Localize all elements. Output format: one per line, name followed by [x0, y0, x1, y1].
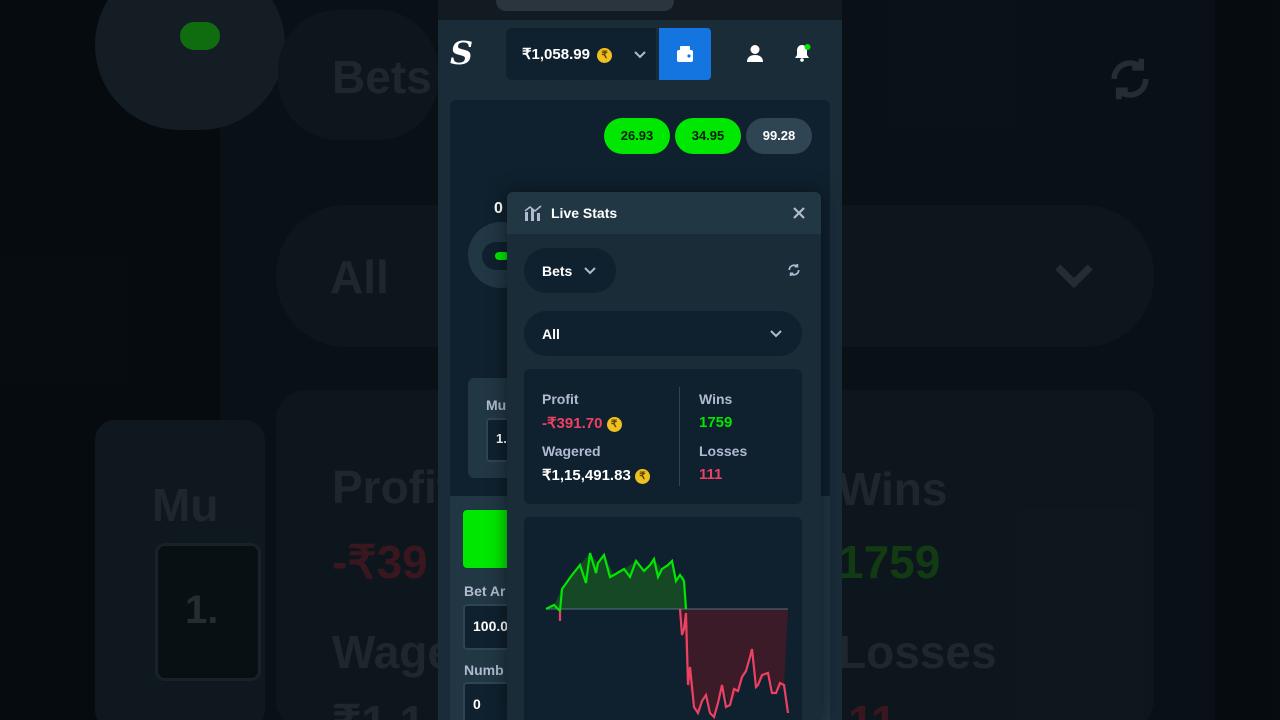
range-dropdown[interactable]: All	[524, 311, 802, 356]
losses-value: 111	[699, 466, 723, 483]
stat-type-dropdown[interactable]: Bets	[524, 248, 616, 293]
wins-value: 1759	[699, 414, 733, 431]
wagered-amount: ₹1,15,491.83	[542, 467, 631, 484]
profit-value: -₹391.70 ₹	[542, 414, 622, 432]
coin-icon: ₹	[634, 469, 650, 484]
chart-icon	[524, 205, 542, 221]
close-icon[interactable]	[793, 207, 805, 219]
right-scroll-strip	[821, 496, 830, 720]
live-stats-header[interactable]: Live Stats	[507, 192, 821, 234]
losses-label: Losses	[699, 443, 748, 459]
wagered-value: ₹1,15,491.83 ₹	[542, 466, 650, 484]
balance-amount: ₹1,058.99	[522, 46, 590, 63]
number-label: Numb	[464, 662, 504, 678]
status-notch	[496, 0, 674, 11]
recent-multiplier-3: 99.28	[746, 118, 812, 154]
coin-icon: ₹	[597, 48, 613, 63]
refresh-icon[interactable]	[786, 262, 802, 278]
coin-icon: ₹	[606, 417, 622, 432]
mult-input-value: 1.	[496, 431, 507, 446]
number-value: 0	[473, 696, 481, 712]
loss-area	[680, 609, 788, 717]
recent-multiplier-2: 34.95	[675, 118, 741, 154]
live-stats-title: Live Stats	[551, 205, 618, 221]
mult-control-label: Mu	[486, 397, 507, 413]
wallet-button[interactable]	[659, 28, 711, 80]
chevron-down-icon	[634, 51, 646, 59]
game-counter: 0	[494, 200, 503, 217]
bell-icon[interactable]	[793, 44, 811, 62]
recent-multiplier-1: 26.93	[604, 118, 670, 154]
phone-screen: S ₹1,058.99 ₹ 26.93 34.95 99.28 0 Mu 1. …	[438, 0, 842, 720]
status-bar	[438, 0, 842, 20]
user-icon[interactable]	[746, 44, 764, 62]
profit-amount: -₹391.70	[542, 415, 603, 432]
stats-summary: Profit -₹391.70 ₹ Wagered ₹1,15,491.83 ₹…	[524, 369, 802, 504]
stat-type-label: Bets	[542, 263, 573, 279]
profit-label: Profit	[542, 391, 579, 407]
wins-label: Wins	[699, 391, 733, 407]
bet-amount-label: Bet Ar	[464, 583, 506, 599]
app-header: S ₹1,058.99 ₹	[438, 20, 842, 88]
balance-display: ₹1,058.99 ₹	[522, 45, 613, 63]
profit-chart-svg	[545, 552, 790, 720]
bet-button[interactable]	[463, 510, 513, 568]
brand-logo[interactable]: S	[450, 34, 473, 72]
stats-divider	[679, 387, 680, 486]
bet-amount-value: 100.0	[473, 618, 509, 634]
profit-chart	[524, 517, 802, 720]
balance-selector[interactable]: ₹1,058.99 ₹	[506, 28, 656, 80]
live-stats-panel: Live Stats Bets All Profit -₹391.70 ₹ Wa…	[507, 192, 821, 720]
chevron-down-icon	[584, 267, 596, 275]
chevron-down-icon	[770, 330, 782, 338]
wagered-label: Wagered	[542, 443, 601, 459]
wallet-icon	[677, 46, 693, 62]
range-label: All	[542, 326, 560, 342]
